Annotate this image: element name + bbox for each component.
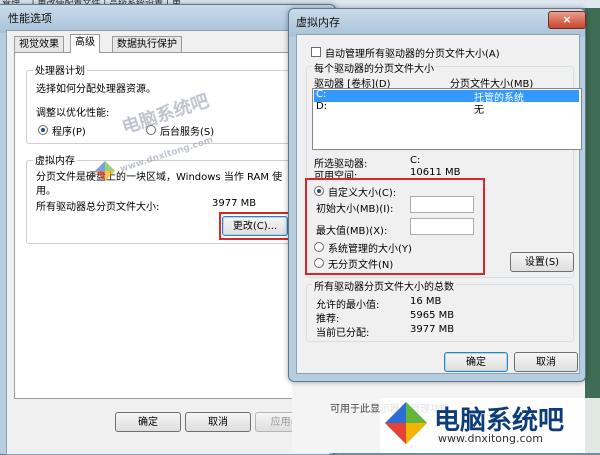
perf-ok-button[interactable]: 确定 [115, 412, 181, 432]
tab-data-execution-prevention[interactable]: 数据执行保护 [112, 36, 182, 53]
watermark-logo-icon [94, 160, 116, 182]
virtual-memory-label: 虚拟内存 [33, 152, 77, 167]
highlight-change-button [219, 212, 293, 240]
recommended-label: 推荐: [316, 314, 340, 325]
tab-advanced[interactable]: 高级 [70, 34, 100, 53]
close-icon[interactable]: × [548, 11, 586, 29]
auto-manage-checkbox[interactable] [311, 47, 321, 57]
recommended-value: 5965 MB [410, 310, 455, 321]
total-paging-label: 所有驱动器总分页文件大小: [36, 202, 160, 213]
radio-programs[interactable] [38, 125, 48, 135]
current-allocated-value: 3977 MB [410, 324, 455, 335]
min-allowed-label: 允许的最小值: [316, 300, 380, 311]
drive-list-selection [314, 90, 579, 102]
drive-row-c-drive[interactable]: C: [316, 89, 326, 100]
total-group-label: 所有驱动器分页文件大小的总数 [312, 278, 456, 293]
vm-cancel-button[interactable]: 取消 [514, 352, 578, 372]
drive-row-d-drive[interactable]: D: [316, 101, 327, 112]
site-logo-icon [383, 400, 429, 446]
virtual-memory-description-1: 分页文件是硬盘上的一块区域，Windows 当作 RAM 使 [36, 172, 283, 183]
auto-manage-label[interactable]: 自动管理所有驱动器的分页文件大小(A) [325, 45, 500, 60]
desktop-strip [585, 8, 600, 453]
set-button[interactable]: 设置(S) [510, 252, 574, 272]
current-allocated-label: 当前已分配: [316, 328, 370, 339]
tab-visual-effects[interactable]: 视觉效果 [14, 36, 64, 53]
performance-options-title: 性能选项 [8, 12, 52, 25]
adjust-for-label: 调整以优化性能: [36, 108, 110, 119]
total-paging-value: 3977 MB [212, 198, 257, 209]
per-drive-label: 每个驱动器的分页文件大小 [312, 60, 436, 75]
processor-scheduling-label: 处理器计划 [33, 62, 87, 77]
site-logo-url: www.dnxitong.com [438, 432, 543, 445]
highlight-custom-size [305, 178, 485, 275]
vm-ok-button[interactable]: 确定 [444, 352, 508, 372]
radio-programs-label[interactable]: 程序(P) [52, 123, 86, 138]
min-allowed-value: 16 MB [410, 296, 442, 307]
perf-cancel-button[interactable]: 取消 [185, 412, 251, 432]
selected-drive-value: C: [410, 155, 421, 166]
virtual-memory-description-2: 用。 [36, 186, 56, 197]
drive-row-d-size[interactable]: 无 [474, 101, 484, 116]
free-space-value: 10611 MB [410, 167, 461, 178]
processor-description: 选择如何分配处理器资源。 [36, 84, 156, 95]
virtual-memory-title: 虚拟内存 [296, 16, 340, 29]
